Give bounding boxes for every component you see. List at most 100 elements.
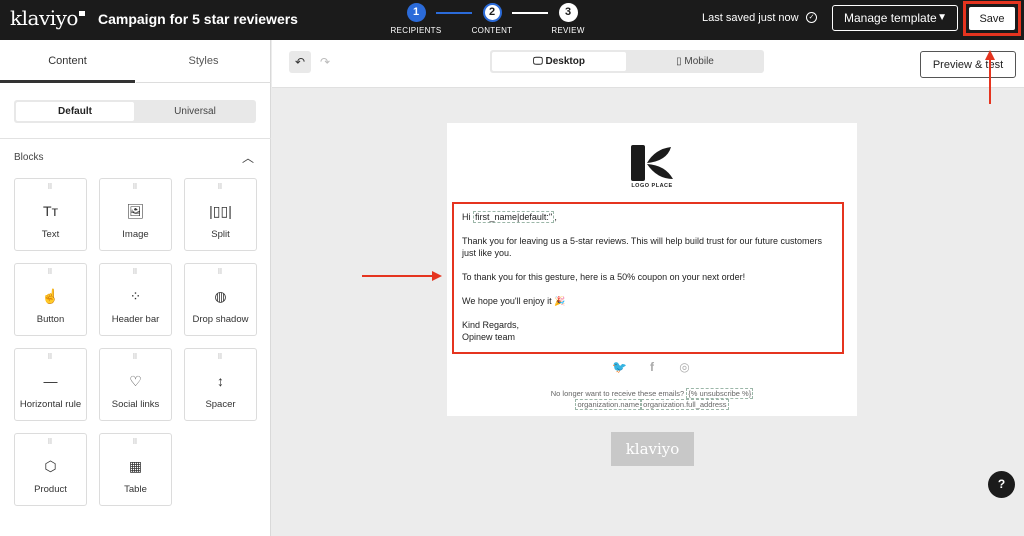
facebook-icon[interactable]: f (644, 360, 660, 374)
check-circle-icon: ✓ (806, 12, 817, 23)
unsubscribe-token[interactable]: {% unsubscribe %} (686, 388, 754, 399)
social-links: 🐦 f ◎ (447, 358, 857, 376)
step-review[interactable]: 3 REVIEW (538, 3, 598, 35)
preview-test-button[interactable]: Preview & test (920, 51, 1016, 78)
view-desktop[interactable]: 🖵 Desktop (492, 52, 626, 71)
manage-template-label: Manage template (844, 11, 937, 25)
step-number: 1 (406, 3, 426, 22)
body-paragraph: Thank you for leaving us a 5-star review… (462, 236, 822, 258)
instagram-icon[interactable]: ◎ (676, 360, 692, 374)
block-label: Drop shadow (192, 314, 249, 325)
drag-handle-icon: ⠿ (217, 184, 224, 191)
block-image[interactable]: ⠿ 🖼 Image (99, 178, 172, 251)
step-label: CONTENT (471, 26, 513, 35)
block-horizontal-rule[interactable]: ⠿ — Horizontal rule (14, 348, 87, 421)
drag-handle-icon: ⠿ (47, 439, 54, 446)
block-label: Spacer (205, 399, 236, 410)
block-drop-shadow[interactable]: ⠿ ◍ Drop shadow (184, 263, 257, 336)
segment-universal[interactable]: Universal (136, 102, 254, 121)
org-name-token: organization.name (575, 399, 642, 410)
segment-default[interactable]: Default (16, 102, 134, 121)
drag-handle-icon: ⠿ (132, 354, 139, 361)
block-social-links[interactable]: ⠿ ♡ Social links (99, 348, 172, 421)
annotation-arrow-right-icon (362, 271, 442, 281)
email-preview: LOGO PLACE Hi first_name|default:'', Tha… (447, 123, 857, 416)
view-mobile[interactable]: ▯ Mobile (628, 52, 762, 71)
drag-handle-icon: ⠿ (132, 439, 139, 446)
header-bar-icon: ⁘ (129, 288, 142, 304)
block-table[interactable]: ⠿ ▦ Table (99, 433, 172, 506)
drag-handle-icon: ⠿ (47, 354, 54, 361)
sign-off-name: Opinew team (462, 332, 516, 342)
step-label: REVIEW (551, 26, 585, 35)
tab-styles[interactable]: Styles (136, 40, 271, 83)
logo-text: LOGO PLACE (631, 183, 673, 189)
block-label: Image (122, 229, 149, 240)
view-mobile-label: Mobile (684, 56, 714, 67)
drag-handle-icon: ⠿ (47, 269, 54, 276)
org-address-token: organization.full_address (641, 399, 729, 410)
drag-handle-icon: ⠿ (132, 269, 139, 276)
body-paragraph: To thank you for this gesture, here is a… (462, 272, 746, 282)
help-button[interactable]: ? (988, 471, 1015, 498)
table-icon: ▦ (128, 458, 143, 474)
cursor-click-icon: ☝ (41, 288, 60, 304)
first-name-token: first_name|default:'' (473, 211, 555, 223)
logo-flag-icon (78, 11, 85, 16)
block-label: Text (41, 229, 60, 240)
block-product[interactable]: ⠿ ⬡ Product (14, 433, 87, 506)
step-label: RECIPIENTS (390, 26, 442, 35)
top-bar: klaviyo Campaign for 5 star reviewers 1 … (0, 0, 1024, 40)
step-number: 3 (558, 3, 578, 22)
block-label: Horizontal rule (19, 399, 82, 410)
email-body-text-block[interactable]: Hi first_name|default:'', Thank you for … (452, 202, 844, 354)
tab-content[interactable]: Content (0, 40, 135, 83)
chevron-down-icon: ▼ (937, 12, 947, 23)
blocks-heading: Blocks (14, 152, 44, 163)
klaviyo-logo[interactable]: klaviyo (10, 6, 85, 30)
block-label: Button (36, 314, 65, 325)
block-header-bar[interactable]: ⠿ ⁘ Header bar (99, 263, 172, 336)
block-button[interactable]: ⠿ ☝ Button (14, 263, 87, 336)
device-toggle: 🖵 Desktop ▯ Mobile (490, 50, 764, 73)
body-paragraph: We hope you'll enjoy it 🎉 (462, 296, 566, 306)
spacer-icon: ↕ (217, 373, 224, 389)
manage-template-button[interactable]: Manage template ▼ (832, 5, 958, 31)
undo-icon[interactable]: ↶ (289, 51, 311, 73)
twitter-icon[interactable]: 🐦 (612, 360, 628, 374)
block-label: Product (34, 484, 67, 495)
view-desktop-label: Desktop (545, 56, 585, 67)
heart-icon: ♡ (129, 373, 142, 389)
sign-off: Kind Regards, (462, 320, 520, 330)
split-icon: |▯▯| (209, 203, 232, 219)
block-label: Header bar (111, 314, 160, 325)
divider (0, 138, 271, 139)
image-icon: 🖼 (126, 203, 145, 219)
block-split[interactable]: ⠿ |▯▯| Split (184, 178, 257, 251)
editor-toolbar: ↶ ↷ 🖵 Desktop ▯ Mobile Preview & test (272, 40, 1024, 88)
drag-handle-icon: ⠿ (217, 354, 224, 361)
unsubscribe-footer: No longer want to receive these emails? … (550, 388, 754, 410)
drag-handle-icon: ⠿ (217, 269, 224, 276)
monitor-icon: 🖵 (533, 56, 546, 67)
drop-shadow-icon: ◍ (214, 288, 227, 304)
left-panel: Content Styles Default Universal Blocks … (0, 40, 271, 536)
redo-icon[interactable]: ↷ (314, 51, 336, 73)
save-button[interactable]: Save (969, 7, 1015, 30)
block-label: Social links (111, 399, 160, 410)
greeting-line: Hi first_name|default:'', (462, 211, 557, 223)
block-text[interactable]: ⠿ Tт Text (14, 178, 87, 251)
block-spacer[interactable]: ⠿ ↕ Spacer (184, 348, 257, 421)
campaign-title: Campaign for 5 star reviewers (98, 11, 298, 27)
chevron-up-icon[interactable]: ︿ (242, 149, 254, 166)
brand-logo-icon[interactable] (629, 145, 675, 181)
drag-handle-icon: ⠿ (132, 184, 139, 191)
horizontal-rule-icon: — (43, 373, 58, 389)
step-recipients[interactable]: 1 RECIPIENTS (386, 3, 446, 35)
cube-icon: ⬡ (44, 458, 57, 474)
step-content[interactable]: 2 CONTENT (462, 3, 522, 35)
drag-handle-icon: ⠿ (47, 184, 54, 191)
block-label: Split (211, 229, 230, 240)
klaviyo-footer-logo: klaviyo (611, 432, 694, 466)
step-number: 2 (482, 3, 502, 22)
